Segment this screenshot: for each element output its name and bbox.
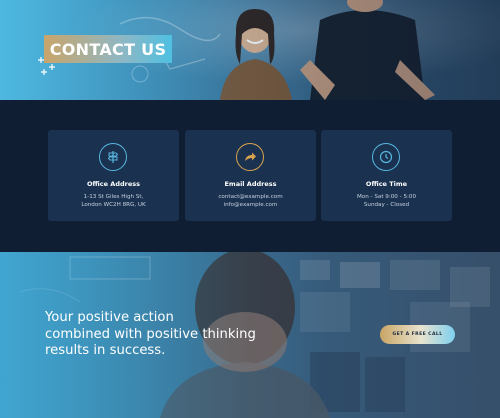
contact-card-email-address: Email Address contact@example.com info@e… [185, 130, 316, 221]
hero-banner: CONTACT US [0, 0, 500, 100]
card-line: 1-13 St Giles High St, [83, 194, 144, 200]
share-arrow-icon [236, 143, 264, 171]
quote-line: Your positive action [45, 310, 174, 325]
card-line: London WC2H 8RG, UK [81, 202, 146, 208]
quote-line: combined with positive thinking [45, 326, 256, 342]
sparkle-icon [38, 57, 55, 75]
contact-card-office-address: Office Address 1-13 St Giles High St, Lo… [48, 130, 179, 221]
card-title: Email Address [224, 180, 277, 188]
clock-icon [372, 143, 400, 171]
motivational-quote: Your positive action combined with posit… [45, 310, 335, 360]
get-free-call-button[interactable]: GET A FREE CALL [380, 325, 455, 344]
quote-line: results in success. [45, 343, 166, 358]
card-line: Sunday - Closed [363, 202, 410, 208]
cta-banner: Your positive action combined with posit… [0, 252, 500, 418]
card-title: Office Address [87, 180, 140, 188]
email-link[interactable]: contact@example.com [185, 194, 316, 200]
page-title-box: CONTACT US [44, 35, 172, 63]
contact-card-office-time: Office Time Mon - Sat 9:00 - 5:00 Sunday… [321, 130, 452, 221]
email-link[interactable]: info@example.com [185, 202, 316, 208]
contact-info-section: Office Address 1-13 St Giles High St, Lo… [0, 100, 500, 252]
page-title: CONTACT US [49, 39, 167, 59]
card-line: Mon - Sat 9:00 - 5:00 [356, 194, 417, 200]
signpost-icon [99, 143, 127, 171]
card-title: Office Time [365, 180, 408, 188]
